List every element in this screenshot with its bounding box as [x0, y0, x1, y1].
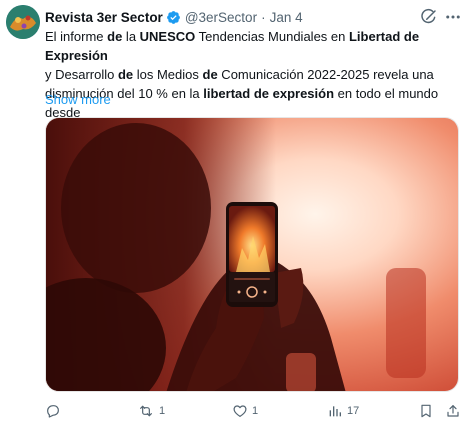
handle[interactable]: @3erSector — [185, 10, 257, 25]
tweet-text-bold: de — [202, 67, 218, 82]
tweet-text-fragment: la — [122, 29, 140, 44]
retweet-icon — [137, 403, 155, 419]
like-button[interactable]: 1 — [232, 401, 258, 421]
verified-badge-icon[interactable] — [166, 10, 181, 25]
retweet-button[interactable]: 1 — [137, 401, 165, 421]
action-bar: 1 1 17 — [45, 401, 461, 421]
share-button[interactable] — [445, 401, 461, 421]
tweet-text-bold: UNESCO — [139, 29, 196, 44]
reply-icon — [45, 403, 61, 419]
views-button[interactable]: 17 — [327, 401, 359, 421]
tweet-text-fragment: Comunicación 2022-2025 revela una — [217, 67, 434, 82]
tweet-text-fragment: los Medios — [133, 67, 203, 82]
tweet-text-fragment: El informe — [45, 29, 108, 44]
tweet: Revista 3er Sector @3erSector · Jan 4 El… — [0, 0, 465, 426]
share-icon — [445, 403, 461, 419]
retweet-count: 1 — [159, 405, 166, 417]
display-name[interactable]: Revista 3er Sector — [45, 10, 163, 25]
tweet-image[interactable] — [45, 117, 459, 392]
tweet-text-bold: libertad de expresión — [203, 86, 335, 101]
heart-icon — [232, 403, 248, 419]
tweet-text-fragment: Tendencias Mundiales en — [195, 29, 349, 44]
tweet-header: Revista 3er Sector @3erSector · Jan 4 — [45, 8, 303, 26]
like-count: 1 — [252, 405, 259, 417]
more-icon[interactable] — [444, 8, 462, 26]
separator: · — [261, 9, 266, 25]
tweet-text-fragment: y Desarrollo — [45, 67, 118, 82]
post-date[interactable]: Jan 4 — [270, 10, 303, 25]
views-count: 17 — [347, 405, 360, 417]
show-more-link[interactable]: Show more — [45, 91, 111, 109]
avatar[interactable] — [6, 5, 40, 39]
reply-button[interactable] — [45, 401, 65, 421]
grok-icon[interactable] — [420, 8, 438, 26]
views-icon — [327, 403, 343, 419]
tweet-text-line: El informe de la UNESCO Tendencias Mundi… — [45, 27, 461, 65]
bookmark-icon — [418, 403, 434, 419]
tweet-text-bold: de — [107, 29, 123, 44]
tweet-text-line: y Desarrollo de los Medios de Comunicaci… — [45, 65, 461, 84]
bookmark-button[interactable] — [418, 401, 434, 421]
tweet-text-bold: de — [117, 67, 134, 82]
